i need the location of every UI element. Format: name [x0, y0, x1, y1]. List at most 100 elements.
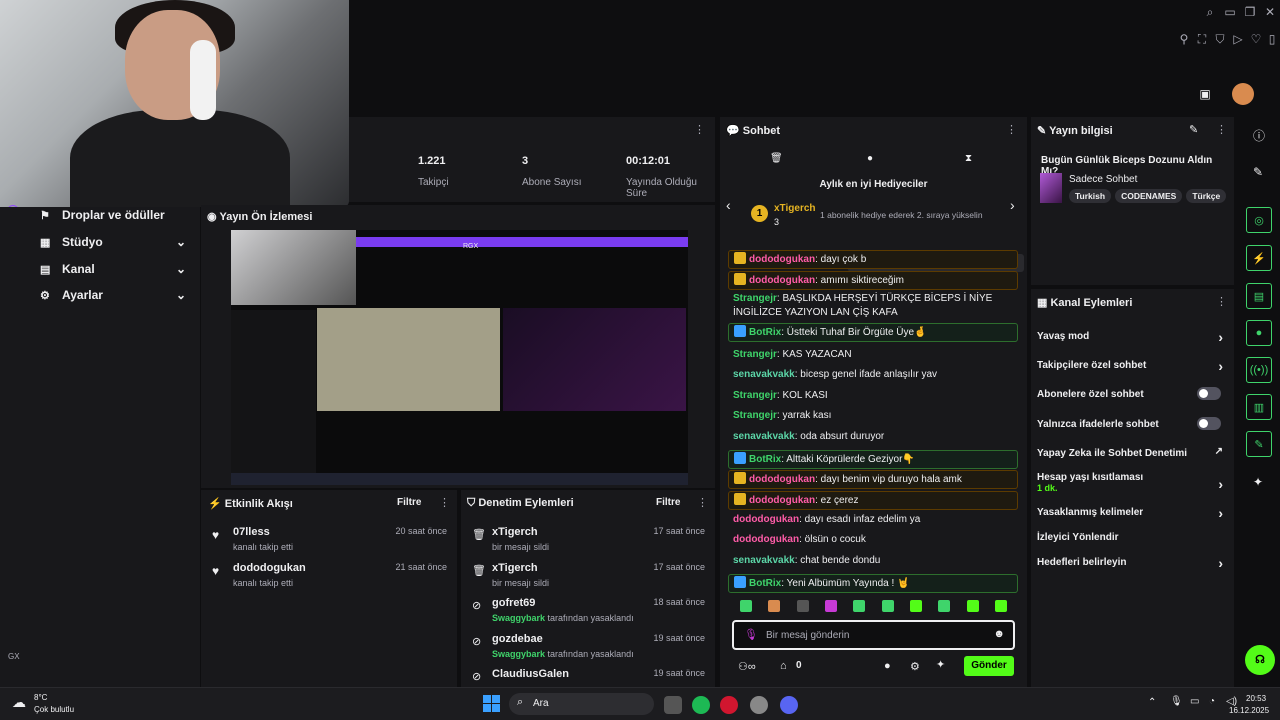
steam-icon[interactable]: [750, 696, 768, 714]
emoji-icon[interactable]: ☻: [993, 628, 1005, 640]
layout-tool-icon[interactable]: ▥: [1246, 394, 1272, 420]
chat-message[interactable]: BotRix: Alttaki Köprülerde Geziyor👇: [728, 450, 1018, 469]
spotify-icon[interactable]: [692, 696, 710, 714]
chat-message[interactable]: Strangejr: KOL KASI: [728, 388, 1018, 404]
activity-item[interactable]: ♥ dododogukan kanalı takip etti 21 saat ö…: [212, 562, 457, 588]
opera-gx-icon[interactable]: [720, 696, 738, 714]
wrench-tool-icon[interactable]: ✎: [1246, 431, 1272, 457]
set-goals[interactable]: Hedefleri belirleyin ›: [1037, 555, 1227, 571]
pin-icon[interactable]: ⚲: [1176, 31, 1192, 47]
shield-icon[interactable]: ⛉: [1212, 31, 1228, 47]
gift-box-icon[interactable]: ▣: [1197, 86, 1213, 102]
avatar[interactable]: [1232, 83, 1254, 105]
pencil-icon[interactable]: ✎: [1253, 165, 1263, 179]
ai-moderation[interactable]: Yapay Zeka ile Sohbet Denetimi ↗: [1037, 446, 1227, 459]
toggle[interactable]: [1197, 417, 1221, 430]
chat-username[interactable]: BotRix: [749, 578, 781, 589]
puzzle-icon[interactable]: ✦: [936, 658, 945, 671]
sidebar-toggle-icon[interactable]: ▯: [1264, 31, 1280, 47]
emote-only-chat[interactable]: Yalnızca ifadelerle sohbet: [1037, 417, 1227, 430]
play-icon[interactable]: ▷: [1230, 31, 1246, 47]
slow-mode[interactable]: Yavaş mod ›: [1037, 329, 1227, 345]
chat-message[interactable]: dododogukan: dayı çok b: [728, 250, 1018, 269]
chat-message[interactable]: dododogukan: dayı esadı infaz edelim ya: [728, 512, 1018, 528]
account-age-restriction[interactable]: Hesap yaşı kısıtlaması 1 dk. ›: [1037, 472, 1227, 493]
chat-username[interactable]: dododogukan: [749, 254, 815, 265]
bolt-tool-icon[interactable]: ⚡: [1246, 245, 1272, 271]
chat-message[interactable]: dododogukan: ölsün o cocuk: [728, 532, 1018, 548]
hourglass-icon[interactable]: ⧗: [965, 153, 972, 164]
wifi-icon[interactable]: ◔: [1209, 696, 1215, 707]
chat-message[interactable]: senavakvakk: bicesp genel ifade anlaşılı…: [728, 367, 1018, 383]
raid-viewers[interactable]: İzleyici Yönlendir: [1037, 532, 1227, 543]
gear-icon[interactable]: ⚙: [910, 660, 920, 673]
taskbar-search[interactable]: ⌕ Ara: [509, 693, 654, 715]
search-icon[interactable]: ⌕: [1202, 4, 1218, 20]
chat-username[interactable]: Strangejr: [733, 390, 777, 401]
more-icon[interactable]: ⋮: [1216, 123, 1227, 136]
filter-button[interactable]: Filtre: [397, 497, 421, 508]
tag[interactable]: Turkish: [1069, 189, 1112, 203]
monitor-icon[interactable]: ▭: [1190, 696, 1199, 707]
discord-icon[interactable]: [780, 696, 798, 714]
chat-message[interactable]: senavakvakk: chat bende dondu: [728, 553, 1018, 569]
nav-channel[interactable]: ▤ Kanal ⌄: [40, 259, 190, 279]
chat-message[interactable]: dododogukan: amımı siktireceğim: [728, 271, 1018, 290]
close-icon[interactable]: ✕: [1262, 4, 1278, 20]
banned-words[interactable]: Yasaklanmış kelimeler ›: [1037, 505, 1227, 521]
heart-icon[interactable]: ♡: [1248, 31, 1264, 47]
clipboard-tool-icon[interactable]: ▤: [1246, 283, 1272, 309]
support-button[interactable]: ☊: [1245, 645, 1275, 675]
chat-settings-icon[interactable]: ●: [884, 660, 891, 672]
chat-username[interactable]: senavakvakk: [733, 431, 795, 442]
chat-username[interactable]: senavakvakk: [733, 369, 795, 380]
info-icon[interactable]: ⓘ: [1253, 127, 1265, 144]
chat-username[interactable]: Strangejr: [733, 349, 777, 360]
nav-settings[interactable]: ⚙ Ayarlar ⌄: [40, 285, 190, 305]
chat-message[interactable]: dododogukan: dayı benim vip duruyo hala …: [728, 470, 1018, 489]
gift-icon[interactable]: ⌂: [780, 660, 787, 672]
category-name[interactable]: Sadece Sohbet: [1069, 174, 1137, 185]
chat-username[interactable]: Strangejr: [733, 293, 777, 304]
chat-bubble-icon[interactable]: ●: [867, 153, 873, 164]
nav-studio[interactable]: ▦ Stüdyo ⌄: [40, 232, 190, 252]
gifter-name[interactable]: xTigerch: [774, 203, 816, 214]
minimize-icon[interactable]: ▭: [1222, 4, 1238, 20]
tag[interactable]: CODENAMES: [1115, 189, 1183, 203]
trash-icon[interactable]: 🗑: [770, 153, 783, 164]
weather-icon[interactable]: ☁: [12, 694, 26, 711]
chat-username[interactable]: BotRix: [749, 327, 781, 338]
chat-message[interactable]: Strangejr: BAŞLIKDA HERŞEYİ TÜRKÇE BİCEP…: [728, 291, 1018, 321]
chevron-left-icon[interactable]: ‹: [726, 197, 731, 213]
camera-tool-icon[interactable]: ◎: [1246, 207, 1272, 233]
emote-bar[interactable]: [740, 600, 1010, 614]
moderation-item[interactable]: ⊘ ClaudiusGalen 19 saat önce: [472, 668, 715, 683]
chevron-up-icon[interactable]: ⌃: [1148, 697, 1156, 708]
more-icon[interactable]: ⋮: [697, 496, 708, 509]
more-icon[interactable]: ⋮: [439, 496, 450, 509]
tag[interactable]: Türkçe: [1186, 189, 1227, 203]
moderation-item[interactable]: ⊘ gozdebae Swaggybark tarafından yasaklan…: [472, 633, 715, 659]
mic-icon[interactable]: 🎙: [744, 628, 758, 641]
restore-icon[interactable]: ❐: [1242, 4, 1258, 20]
chat-message[interactable]: dododogukan: ez çerez: [728, 491, 1018, 510]
chat-message[interactable]: senavakvakk: oda absurt duruyor: [728, 429, 1018, 445]
chat-username[interactable]: dododogukan: [749, 495, 815, 506]
edit-icon[interactable]: ✎: [1189, 123, 1198, 136]
subscribers-only-chat[interactable]: Abonelere özel sohbet: [1037, 387, 1227, 400]
moderation-item[interactable]: ⊘ gofret69 Swaggybark tarafından yasaklan…: [472, 597, 715, 623]
puzzle-icon[interactable]: ✦: [1253, 475, 1263, 489]
toggle[interactable]: [1197, 387, 1221, 400]
chat-username[interactable]: dododogukan: [749, 474, 815, 485]
more-icon[interactable]: ⋮: [1006, 123, 1017, 136]
clock-date[interactable]: 16.12.2025: [1229, 706, 1269, 715]
more-icon[interactable]: ⋮: [1216, 295, 1227, 308]
chat-username[interactable]: Strangejr: [733, 410, 777, 421]
chat-message[interactable]: BotRix: Yeni Albümüm Yayında ! 🤘: [728, 574, 1018, 593]
chat-username[interactable]: dododogukan: [733, 534, 799, 545]
clock-time[interactable]: 20:53: [1246, 694, 1266, 703]
chat-tool-icon[interactable]: ●: [1246, 320, 1272, 346]
broadcast-tool-icon[interactable]: ((•)): [1246, 357, 1272, 383]
chat-message[interactable]: BotRix: Üstteki Tuhaf Bir Örgüte Üye🤞: [728, 323, 1018, 342]
chat-input[interactable]: 🎙 Bir mesaj gönderin ☻: [732, 620, 1015, 650]
